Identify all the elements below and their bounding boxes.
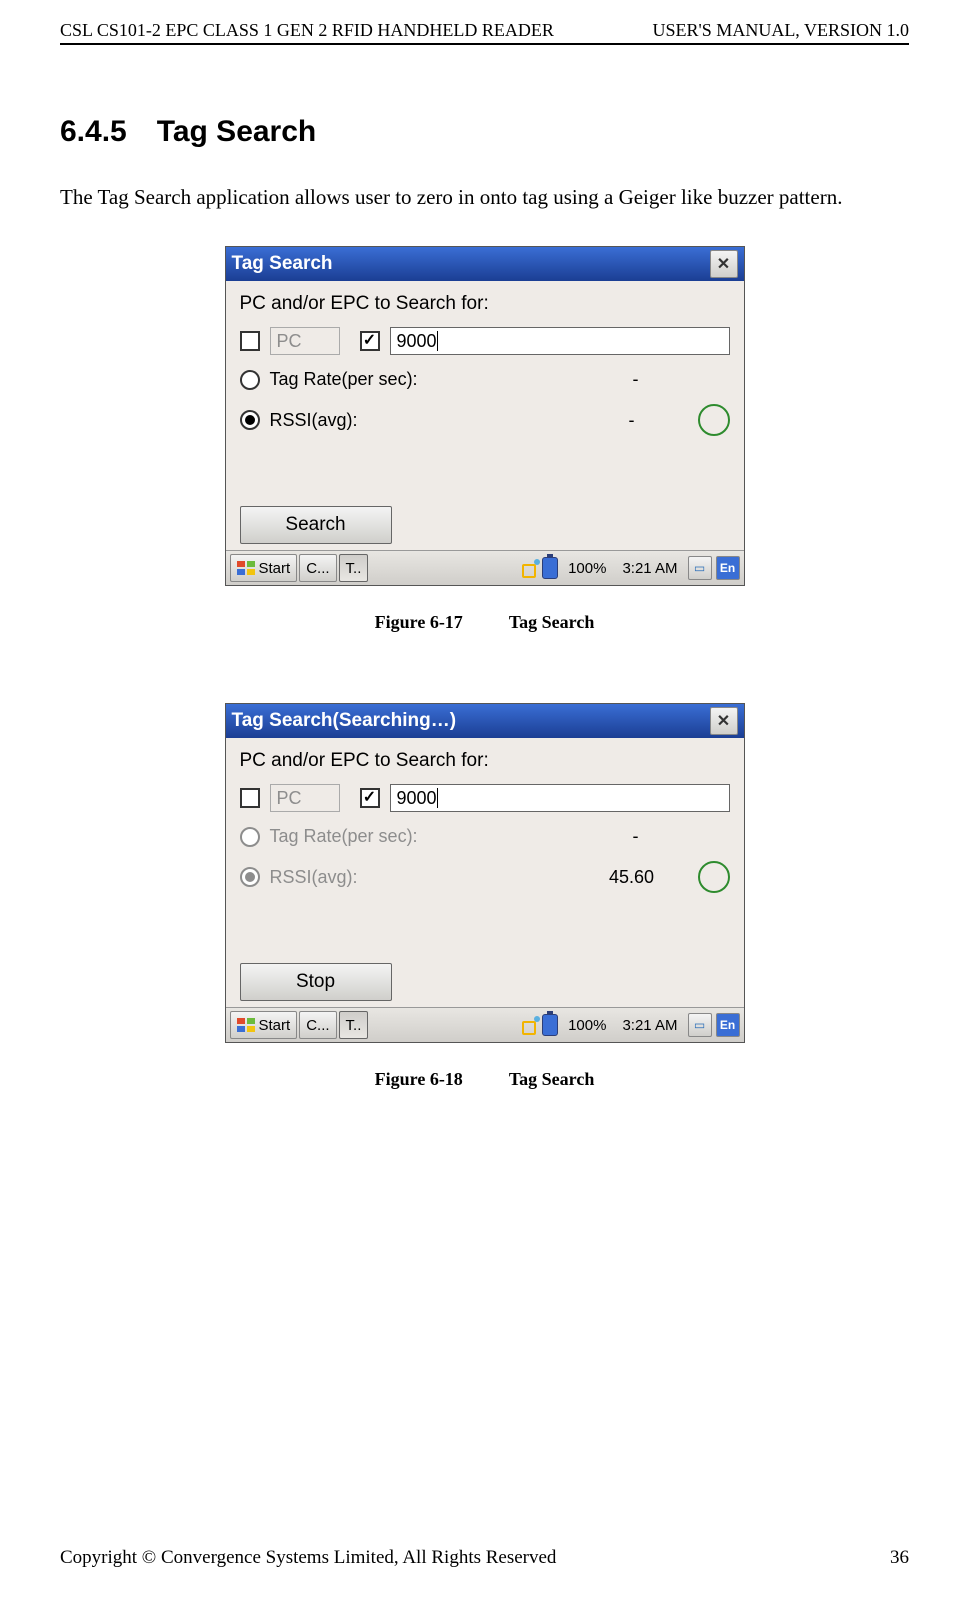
task-button-2[interactable]: T.. <box>339 554 369 582</box>
rssi-radio[interactable] <box>240 410 260 430</box>
figure-1-caption: Figure 6-17 Tag Search <box>375 612 595 633</box>
clock: 3:21 AM <box>616 1017 683 1034</box>
epc-checkbox[interactable] <box>360 331 380 351</box>
tag-rate-radio[interactable] <box>240 370 260 390</box>
page-footer: Copyright © Convergence Systems Limited,… <box>60 1547 909 1569</box>
header-left: CSL CS101-2 EPC CLASS 1 GEN 2 RFID HANDH… <box>60 20 554 41</box>
tag-rate-value: - <box>586 369 686 390</box>
epc-field[interactable]: 9000 <box>390 327 730 355</box>
system-tray: 100% 3:21 AM ▭ En <box>522 556 739 580</box>
task-button-1[interactable]: C... <box>299 554 336 582</box>
figure-1-title: Tag Search <box>509 612 595 632</box>
window-title: Tag Search <box>232 253 710 275</box>
intro-paragraph: The Tag Search application allows user t… <box>60 185 909 210</box>
client-area: PC and/or EPC to Search for: PC 9000 Tag… <box>226 281 744 550</box>
epc-value: 9000 <box>397 331 437 352</box>
close-button[interactable]: ✕ <box>710 707 738 735</box>
task-button-1[interactable]: C... <box>299 1011 336 1039</box>
tag-rate-label: Tag Rate(per sec): <box>270 369 418 390</box>
pc-checkbox[interactable] <box>240 331 260 351</box>
text-caret-icon <box>437 788 438 808</box>
system-tray: 100% 3:21 AM ▭ En <box>522 1013 739 1037</box>
tag-rate-value: - <box>586 826 686 847</box>
tag-search-window: Tag Search ✕ PC and/or EPC to Search for… <box>225 246 745 586</box>
stop-button[interactable]: Stop <box>240 963 392 1001</box>
battery-icon[interactable] <box>542 557 558 579</box>
status-led-icon <box>698 861 730 893</box>
rssi-label: RSSI(avg): <box>270 867 358 888</box>
figure-2: Tag Search(Searching…) ✕ PC and/or EPC t… <box>60 703 909 1090</box>
input-row: PC 9000 <box>240 784 730 812</box>
search-for-label: PC and/or EPC to Search for: <box>240 750 730 772</box>
running-header: CSL CS101-2 EPC CLASS 1 GEN 2 RFID HANDH… <box>60 20 909 45</box>
battery-percent: 100% <box>562 560 612 577</box>
battery-icon[interactable] <box>542 1014 558 1036</box>
figure-2-caption: Figure 6-18 Tag Search <box>375 1069 595 1090</box>
status-led-icon <box>698 404 730 436</box>
network-icon[interactable] <box>522 560 538 576</box>
task-button-2[interactable]: T.. <box>339 1011 369 1039</box>
text-caret-icon <box>437 331 438 351</box>
tag-search-window-running: Tag Search(Searching…) ✕ PC and/or EPC t… <box>225 703 745 1043</box>
rssi-value: 45.60 <box>582 867 682 888</box>
start-button[interactable]: Start <box>230 554 298 582</box>
network-icon[interactable] <box>522 1017 538 1033</box>
windows-logo-icon <box>237 1018 255 1032</box>
tag-rate-label: Tag Rate(per sec): <box>270 826 418 847</box>
figure-1-number: Figure 6-17 <box>375 612 463 632</box>
input-row: PC 9000 <box>240 327 730 355</box>
header-right: USER'S MANUAL, VERSION 1.0 <box>653 20 909 41</box>
taskbar: Start C... T.. 100% 3:21 AM ▭ En <box>226 1007 744 1042</box>
show-desktop-icon[interactable]: ▭ <box>688 556 712 580</box>
search-button[interactable]: Search <box>240 506 392 544</box>
windows-logo-icon <box>237 561 255 575</box>
rssi-row: RSSI(avg): - <box>240 404 730 436</box>
start-label: Start <box>259 560 291 577</box>
start-label: Start <box>259 1017 291 1034</box>
section-title: 6.4.5 Tag Search <box>60 115 909 149</box>
rssi-row: RSSI(avg): 45.60 <box>240 861 730 893</box>
section-name: Tag Search <box>157 115 317 148</box>
close-button[interactable]: ✕ <box>710 250 738 278</box>
ime-icon[interactable]: En <box>716 556 740 580</box>
tag-rate-radio[interactable] <box>240 827 260 847</box>
client-area: PC and/or EPC to Search for: PC 9000 Tag… <box>226 738 744 1007</box>
pc-field[interactable]: PC <box>270 784 340 812</box>
rssi-radio[interactable] <box>240 867 260 887</box>
figure-2-title: Tag Search <box>509 1069 595 1089</box>
search-for-label: PC and/or EPC to Search for: <box>240 293 730 315</box>
copyright: Copyright © Convergence Systems Limited,… <box>60 1547 556 1569</box>
epc-checkbox[interactable] <box>360 788 380 808</box>
battery-percent: 100% <box>562 1017 612 1034</box>
epc-value: 9000 <box>397 788 437 809</box>
page: CSL CS101-2 EPC CLASS 1 GEN 2 RFID HANDH… <box>0 0 969 1599</box>
pc-checkbox[interactable] <box>240 788 260 808</box>
title-bar: Tag Search(Searching…) ✕ <box>226 704 744 738</box>
page-number: 36 <box>890 1547 909 1569</box>
epc-field[interactable]: 9000 <box>390 784 730 812</box>
tag-rate-row: Tag Rate(per sec): - <box>240 369 730 390</box>
taskbar: Start C... T.. 100% 3:21 AM ▭ En <box>226 550 744 585</box>
section-number: 6.4.5 <box>60 115 127 149</box>
rssi-value: - <box>582 410 682 431</box>
figure-2-number: Figure 6-18 <box>375 1069 463 1089</box>
ime-icon[interactable]: En <box>716 1013 740 1037</box>
tag-rate-row: Tag Rate(per sec): - <box>240 826 730 847</box>
pc-field[interactable]: PC <box>270 327 340 355</box>
start-button[interactable]: Start <box>230 1011 298 1039</box>
clock: 3:21 AM <box>616 560 683 577</box>
rssi-label: RSSI(avg): <box>270 410 358 431</box>
show-desktop-icon[interactable]: ▭ <box>688 1013 712 1037</box>
window-title: Tag Search(Searching…) <box>232 710 710 732</box>
title-bar: Tag Search ✕ <box>226 247 744 281</box>
figure-1: Tag Search ✕ PC and/or EPC to Search for… <box>60 246 909 633</box>
